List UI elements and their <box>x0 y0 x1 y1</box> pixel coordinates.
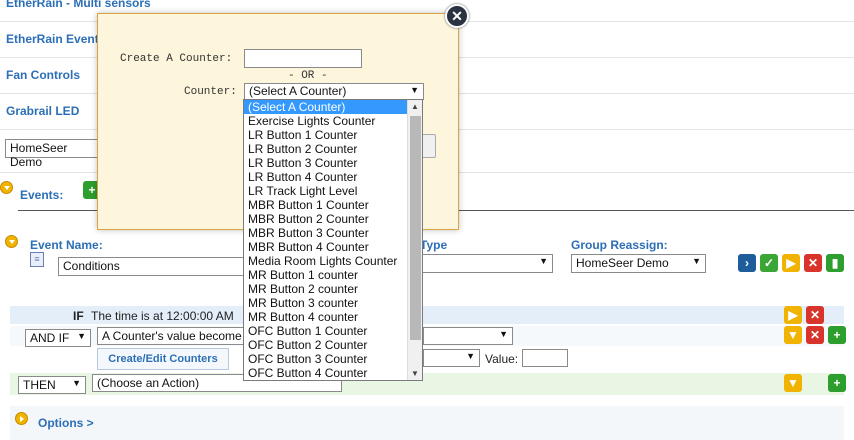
add-action-icon[interactable]: + <box>828 374 846 392</box>
options-row <box>10 406 844 440</box>
then-value: THEN <box>23 378 56 392</box>
counter-option[interactable]: LR Button 2 Counter <box>244 142 422 156</box>
group-title[interactable]: EtherRain Events <box>6 32 105 46</box>
options-link[interactable]: Options > <box>38 416 94 430</box>
or-label: - OR - <box>288 70 328 82</box>
play-event-icon[interactable]: ▶ <box>782 254 800 272</box>
scroll-thumb[interactable] <box>410 116 421 340</box>
group-select-value: HomeSeer Demo <box>10 141 68 169</box>
counter-option[interactable]: MBR Button 2 Counter <box>244 212 422 226</box>
group-select[interactable]: HomeSeer Demo <box>5 139 105 169</box>
counter-option[interactable]: LR Track Light Level <box>244 184 422 198</box>
group-title[interactable]: EtherRain - Multi sensors <box>6 0 151 10</box>
dropdown-scrollbar[interactable]: ▲ ▼ <box>407 100 422 380</box>
counter-option[interactable]: OFC Button 2 Counter <box>244 338 422 352</box>
value-label: Value: <box>485 352 519 366</box>
counter-option[interactable]: LR Button 3 Counter <box>244 156 422 170</box>
value-input[interactable] <box>522 349 568 367</box>
counter-option[interactable]: MBR Button 3 Counter <box>244 226 422 240</box>
counter-select[interactable]: (Select A Counter) ▼ <box>244 83 424 100</box>
group-reassign-value: HomeSeer Demo <box>576 256 669 270</box>
counter-option[interactable]: OFC Button 1 Counter <box>244 324 422 338</box>
delete-event-icon[interactable]: ✕ <box>804 254 822 272</box>
counter-option[interactable]: MBR Button 4 Counter <box>244 240 422 254</box>
collapse-event-icon[interactable] <box>5 235 18 248</box>
run-event-icon[interactable]: › <box>738 254 756 272</box>
counter-option[interactable]: OFC Button 3 Counter <box>244 352 422 366</box>
counter-dropdown-list[interactable]: (Select A Counter) Exercise Lights Count… <box>243 99 423 381</box>
delete-condition-icon[interactable]: ✕ <box>806 326 824 344</box>
counter-option[interactable]: LR Button 4 Counter <box>244 170 422 184</box>
scroll-up-icon[interactable]: ▲ <box>411 102 419 111</box>
create-counter-label: Create A Counter: <box>120 53 233 65</box>
chevron-down-icon: ▼ <box>466 351 475 361</box>
counter-option[interactable]: Exercise Lights Counter <box>244 114 422 128</box>
collapse-action-icon[interactable]: ▼ <box>784 374 802 392</box>
chevron-down-icon: ▼ <box>410 85 419 95</box>
event-name-value: Conditions <box>63 259 120 273</box>
group-reassign-select[interactable]: HomeSeer Demo ▼ <box>571 254 706 273</box>
delete-trigger-icon[interactable]: ✕ <box>806 306 824 324</box>
condition-select[interactable]: A Counter's value become <box>97 327 247 345</box>
action-value: (Choose an Action) <box>97 376 200 390</box>
group-reassign-label: Group Reassign: <box>571 238 668 252</box>
event-type-select[interactable]: ▼ <box>420 254 553 273</box>
create-edit-counters-button[interactable]: Create/Edit Counters <box>97 348 229 370</box>
counter-option[interactable]: MR Button 3 counter <box>244 296 422 310</box>
group-title[interactable]: Fan Controls <box>6 68 80 82</box>
counter-compare-select[interactable]: ▼ <box>423 349 480 367</box>
condition-compare-select[interactable]: ▼ <box>423 327 513 345</box>
counter-option[interactable]: MR Button 1 counter <box>244 268 422 282</box>
collapse-events-icon[interactable] <box>0 181 13 194</box>
add-condition-icon[interactable]: + <box>828 326 846 344</box>
group-event-icon[interactable]: ▮ <box>826 254 844 272</box>
close-icon[interactable]: ✕ <box>445 4 469 28</box>
counter-option[interactable]: (Select A Counter) <box>244 100 422 114</box>
create-counter-input[interactable] <box>244 49 362 68</box>
chevron-down-icon: ▼ <box>72 378 81 388</box>
chevron-down-icon: ▼ <box>539 256 548 266</box>
chevron-down-icon: ▼ <box>692 256 701 266</box>
event-name-input[interactable]: Conditions <box>58 257 248 276</box>
and-if-value: AND IF <box>30 331 70 345</box>
condition-value: A Counter's value become <box>102 329 242 343</box>
event-name-label: Event Name: <box>30 238 103 252</box>
events-label: Events: <box>20 188 64 202</box>
trigger-text: The time is at 12:00:00 AM <box>91 309 234 323</box>
play-trigger-icon[interactable]: ▶ <box>784 306 802 324</box>
counter-option[interactable]: MR Button 2 counter <box>244 282 422 296</box>
event-type-label: Type <box>420 238 448 252</box>
counter-option[interactable]: MR Button 4 counter <box>244 310 422 324</box>
counter-option[interactable]: Media Room Lights Counter <box>244 254 422 268</box>
counter-option[interactable]: OFC Button 4 Counter <box>244 366 422 380</box>
event-doc-icon[interactable]: ≡ <box>30 252 44 267</box>
group-title[interactable]: Grabrail LED <box>6 104 79 118</box>
chevron-down-icon: ▼ <box>77 331 86 341</box>
save-check-icon[interactable]: ✓ <box>760 254 778 272</box>
chevron-down-icon: ▼ <box>499 329 508 339</box>
and-if-select[interactable]: AND IF ▼ <box>25 329 91 347</box>
counter-label: Counter: <box>184 86 237 98</box>
counter-select-value: (Select A Counter) <box>249 84 347 98</box>
then-select[interactable]: THEN ▼ <box>18 376 86 394</box>
counter-option[interactable]: MBR Button 1 Counter <box>244 198 422 212</box>
expand-options-icon[interactable] <box>15 412 28 425</box>
if-label: IF <box>73 309 84 323</box>
collapse-condition-icon[interactable]: ▼ <box>784 326 802 344</box>
counter-option[interactable]: LR Button 1 Counter <box>244 128 422 142</box>
scroll-down-icon[interactable]: ▼ <box>411 369 419 378</box>
